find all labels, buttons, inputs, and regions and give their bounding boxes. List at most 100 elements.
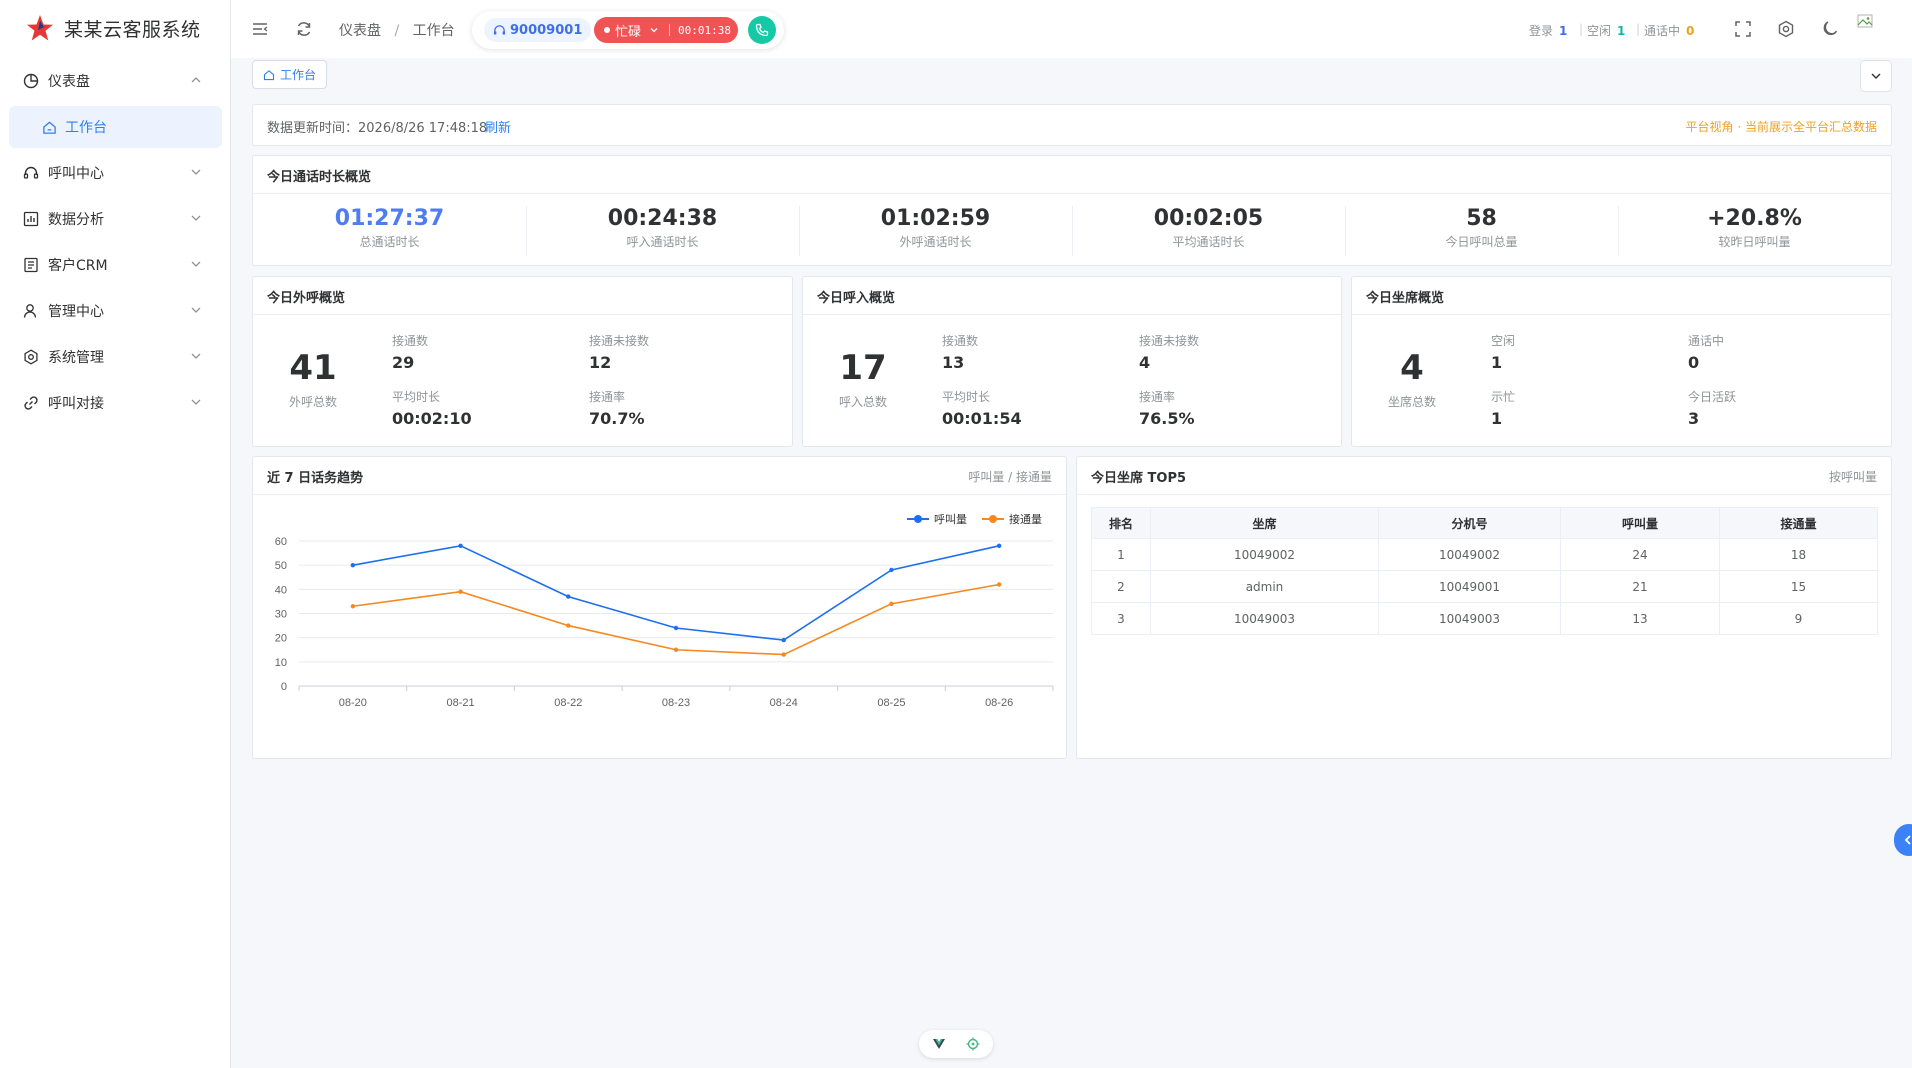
tabs-dropdown-button[interactable] bbox=[1860, 60, 1892, 92]
sidebar-subitem-workbench[interactable]: 工作台 bbox=[9, 106, 222, 148]
table-row[interactable]: 3 10049003 10049003 13 9 bbox=[1091, 602, 1878, 635]
sidebar-item-label: 呼叫中心 bbox=[48, 166, 104, 182]
dial-button[interactable] bbox=[748, 16, 776, 44]
tab-label: 工作台 bbox=[280, 68, 317, 82]
column-header: 分机号 bbox=[1378, 507, 1561, 539]
legend-marker bbox=[914, 515, 922, 523]
chevron-down-icon bbox=[191, 399, 201, 405]
home-icon bbox=[43, 120, 56, 134]
connected-label: 接通数 bbox=[942, 334, 979, 348]
user-icon bbox=[22, 302, 40, 320]
x-tick-label: 08-23 bbox=[662, 697, 690, 709]
card-title: 今日外呼概览 bbox=[267, 291, 346, 306]
table-cell: 2 bbox=[1091, 570, 1151, 603]
card-title: 今日呼入概览 bbox=[817, 291, 896, 306]
link-icon bbox=[22, 394, 40, 412]
legend-marker bbox=[989, 515, 997, 523]
data-point bbox=[889, 567, 894, 573]
side-panel-toggle[interactable] bbox=[1894, 824, 1912, 856]
chevron-down-icon bbox=[191, 307, 201, 313]
refresh-link[interactable]: 刷新 bbox=[485, 117, 511, 136]
divider bbox=[253, 193, 1891, 194]
status-dot bbox=[604, 27, 610, 33]
x-tick-label: 08-21 bbox=[447, 697, 475, 709]
vue-logo-icon[interactable] bbox=[932, 1038, 946, 1050]
data-point bbox=[458, 589, 463, 594]
avatar[interactable] bbox=[1857, 13, 1875, 31]
fullscreen-icon[interactable] bbox=[1734, 20, 1752, 38]
kpi-call-change: +20.8% 较昨日呼叫量 bbox=[1618, 206, 1891, 250]
kpi-average-duration: 00:02:05 平均通话时长 bbox=[1072, 206, 1345, 250]
agent-total-label: 坐席总数 bbox=[1387, 395, 1436, 409]
softphone-bar: 90009001 忙碌 00:01:38 bbox=[472, 11, 784, 49]
sidebar-item-system[interactable]: 系统管理 bbox=[0, 337, 230, 377]
stat-separator: | bbox=[1579, 22, 1584, 36]
idle-label: 空闲 bbox=[1491, 334, 1516, 348]
sidebar-item-crm[interactable]: 客户CRM bbox=[0, 245, 230, 285]
sidebar-item-data-analysis[interactable]: 数据分析 bbox=[0, 199, 230, 239]
status-divider bbox=[669, 24, 671, 36]
card-title: 今日通话时长概览 bbox=[267, 170, 372, 185]
connect-rate-label: 接通率 bbox=[589, 390, 626, 404]
sidebar-item-call-integration[interactable]: 呼叫对接 bbox=[0, 383, 230, 423]
extension-number: 90009001 bbox=[510, 22, 583, 38]
x-tick-label: 08-24 bbox=[770, 697, 798, 709]
bar-chart-icon bbox=[22, 210, 40, 228]
gear-icon bbox=[22, 348, 40, 366]
missed-label: 接通未接数 bbox=[589, 334, 650, 348]
table-cell: 1 bbox=[1091, 538, 1151, 571]
table-cell: admin bbox=[1150, 570, 1379, 603]
sidebar-item-dashboard[interactable]: 仪表盘 bbox=[0, 61, 230, 101]
table-cell: 10049001 bbox=[1378, 570, 1561, 603]
busy-label: 示忙 bbox=[1491, 390, 1516, 404]
column-header: 坐席 bbox=[1150, 507, 1379, 539]
refresh-icon[interactable] bbox=[295, 20, 313, 38]
connect-rate-value: 70.7% bbox=[589, 409, 645, 428]
table-row[interactable]: 2 admin 10049001 21 15 bbox=[1091, 570, 1878, 603]
connected-value: 29 bbox=[392, 353, 415, 372]
kpi-value: 00:24:38 bbox=[607, 206, 718, 231]
sidebar-item-management[interactable]: 管理中心 bbox=[0, 291, 230, 331]
extension-badge[interactable]: 90009001 bbox=[484, 18, 592, 42]
top5-table: 排名 坐席 分机号 呼叫量 接通量 1 10049002 10049002 24… bbox=[1091, 507, 1878, 635]
y-tick-label: 60 bbox=[275, 536, 287, 548]
kpi-label: 今日呼叫总量 bbox=[1445, 235, 1518, 249]
table-header-row: 排名 坐席 分机号 呼叫量 接通量 bbox=[1091, 507, 1878, 539]
menu-fold-icon[interactable] bbox=[251, 20, 269, 38]
table-cell: 21 bbox=[1560, 570, 1720, 603]
avg-duration-value: 00:01:54 bbox=[942, 409, 1022, 428]
idle-value: 1 bbox=[1491, 353, 1503, 372]
divider bbox=[1077, 494, 1891, 495]
y-tick-label: 20 bbox=[275, 633, 287, 645]
table-row[interactable]: 1 10049002 10049002 24 18 bbox=[1091, 538, 1878, 571]
sidebar-item-call-center[interactable]: 呼叫中心 bbox=[0, 153, 230, 193]
column-header: 呼叫量 bbox=[1560, 507, 1720, 539]
series-line bbox=[352, 583, 1000, 656]
y-tick-label: 30 bbox=[275, 609, 287, 621]
busy-value: 1 bbox=[1491, 409, 1503, 428]
outbound-total-label: 外呼总数 bbox=[288, 395, 337, 409]
table-cell: 15 bbox=[1719, 570, 1878, 603]
legend-label: 呼叫量 bbox=[934, 513, 967, 526]
kpi-inbound-duration: 00:24:38 呼入通话时长 bbox=[526, 206, 799, 250]
breadcrumb-item-dashboard[interactable]: 仪表盘 bbox=[339, 23, 381, 39]
table-cell: 18 bbox=[1719, 538, 1878, 571]
settings-icon[interactable] bbox=[1777, 20, 1795, 38]
target-icon[interactable] bbox=[966, 1037, 980, 1051]
idle-value: 1 bbox=[1617, 24, 1626, 38]
breadcrumb-separator: / bbox=[394, 23, 400, 39]
moon-icon[interactable] bbox=[1821, 20, 1839, 38]
kpi-label: 较昨日呼叫量 bbox=[1718, 235, 1791, 249]
outbound-total: 41 bbox=[289, 348, 337, 388]
login-value: 1 bbox=[1559, 24, 1568, 38]
breadcrumb-item-workbench: 工作台 bbox=[412, 23, 455, 39]
chevron-down-icon bbox=[191, 169, 201, 175]
kpi-label: 平均通话时长 bbox=[1172, 235, 1245, 249]
chevron-down-icon bbox=[650, 28, 658, 33]
line-chart: 0 10 20 30 40 50 60 08-20 08-21 08-22 08-23 08-24 08… bbox=[275, 513, 1054, 709]
sidebar: 某某云客服系统 仪表盘 工作台 呼叫中心 数据分析 客户CRM 管理中心 系统管… bbox=[0, 0, 231, 1068]
agent-status-dropdown[interactable]: 忙碌 00:01:38 bbox=[594, 17, 738, 43]
app-title: 某某云客服系统 bbox=[64, 18, 201, 41]
kpi-value: 01:27:37 bbox=[334, 206, 445, 231]
tab-workbench[interactable]: 工作台 bbox=[252, 60, 328, 89]
